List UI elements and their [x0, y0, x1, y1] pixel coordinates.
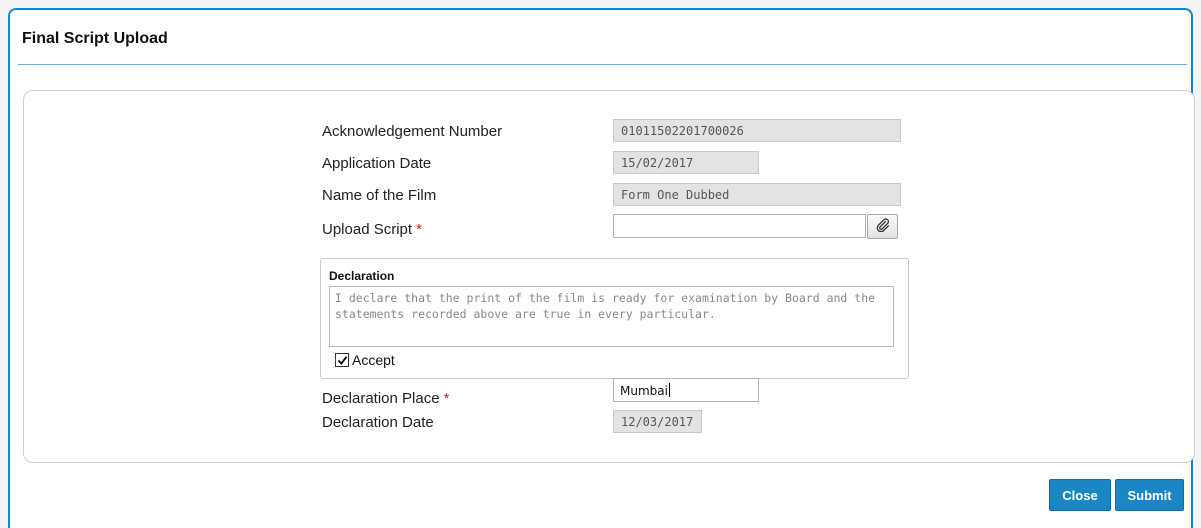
submit-button[interactable]: Submit — [1115, 479, 1184, 511]
checkmark-icon — [337, 355, 347, 365]
acknowledgement-number-label: Acknowledgement Number — [322, 123, 503, 140]
required-marker: * — [443, 390, 450, 407]
declaration-textarea: I declare that the print of the film is … — [329, 286, 894, 347]
paperclip-icon — [876, 218, 890, 235]
upload-script-label-text: Upload Script — [322, 221, 413, 238]
title-divider — [18, 64, 1187, 65]
declaration-place-value: Mumbai — [620, 384, 668, 398]
upload-script-label: Upload Script * — [322, 221, 422, 238]
close-button[interactable]: Close — [1049, 479, 1111, 511]
accept-label: Accept — [352, 352, 395, 368]
declaration-place-label-text: Declaration Place — [322, 390, 440, 407]
accept-checkbox[interactable] — [335, 353, 349, 367]
acknowledgement-number-field: 01011502201700026 — [613, 119, 901, 142]
film-name-field: Form One Dubbed — [613, 183, 901, 206]
accept-row[interactable]: Accept — [335, 352, 395, 368]
declaration-date-label: Declaration Date — [322, 414, 434, 431]
required-marker: * — [416, 221, 422, 238]
dialog-title: Final Script Upload — [22, 30, 168, 47]
application-date-field: 15/02/2017 — [613, 151, 759, 174]
declaration-date-field: 12/03/2017 — [613, 410, 702, 433]
upload-script-input[interactable] — [613, 214, 866, 238]
declaration-box: Declaration I declare that the print of … — [320, 258, 909, 379]
declaration-place-label: Declaration Place * — [322, 390, 449, 407]
declaration-place-input[interactable]: Mumbai — [613, 378, 759, 402]
text-cursor — [668, 383, 670, 397]
film-name-label: Name of the Film — [322, 187, 437, 204]
declaration-title: Declaration — [329, 269, 395, 283]
application-date-label: Application Date — [322, 155, 432, 172]
final-script-upload-dialog: Final Script Upload Acknowledgement Numb… — [8, 8, 1195, 528]
attach-file-button[interactable] — [867, 214, 898, 239]
